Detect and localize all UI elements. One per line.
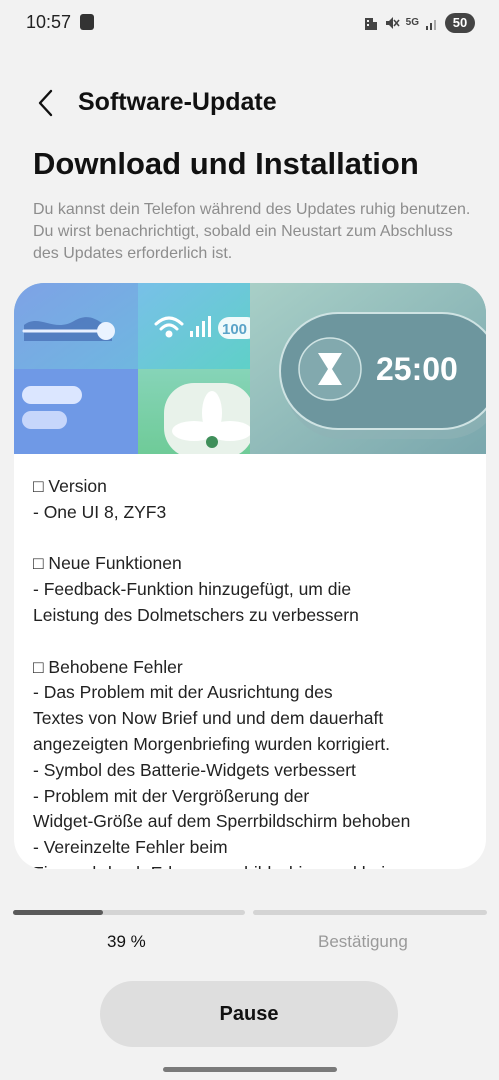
next-step-label: Bestätigung xyxy=(318,932,408,951)
battery-icon: 50 xyxy=(445,13,475,33)
home-indicator[interactable] xyxy=(163,1067,337,1072)
note-line: - One UI 8, ZYF3 xyxy=(33,501,167,522)
page-title: Software-Update xyxy=(78,88,277,116)
note-line: Fingerabdruck-Erkennungsbildschirm und b… xyxy=(33,861,478,869)
note-line: Textes von Now Brief und und dem dauerha… xyxy=(33,708,384,729)
feature-banner: 100 25:00 xyxy=(14,283,486,454)
note-line: - Vereinzelte Fehler beim xyxy=(33,837,228,858)
mute-icon xyxy=(385,17,400,29)
download-progress-fill xyxy=(13,910,104,915)
section-heading: Download und Installation xyxy=(33,146,419,181)
building-icon xyxy=(364,18,377,30)
note-line: Leistung des Dolmetschers zu verbessern xyxy=(33,604,359,625)
chevron-left-icon xyxy=(38,89,53,117)
note-line: angezeigten Morgenbriefing wurden korrig… xyxy=(33,733,391,754)
status-icons: 5G 50 xyxy=(364,11,475,35)
signal-icon xyxy=(426,20,436,30)
status-time: 10:57 xyxy=(26,12,72,32)
note-line: □ Behobene Fehler xyxy=(33,656,183,677)
network-5g-icon: 5G xyxy=(406,18,419,28)
download-progress-track xyxy=(13,910,245,915)
note-line: - Feedback-Funktion hinzugefügt, um die xyxy=(33,579,352,600)
note-line: Widget-Größe auf dem Sperrbildschirm beh… xyxy=(33,811,411,832)
banner-battery-text: 100 xyxy=(222,321,247,338)
status-bar: 10:57 5G 50 xyxy=(0,0,499,46)
release-notes-card[interactable]: 100 25:00 □ Version - One UI 8, ZYF3 □ N… xyxy=(14,283,486,869)
section-description: Du kannst dein Telefon während des Updat… xyxy=(33,201,471,262)
fan-icon xyxy=(164,383,254,454)
pause-button[interactable]: Pause xyxy=(100,981,398,1047)
network-label: 5G xyxy=(405,17,419,28)
progress-percent: 39 % xyxy=(107,932,146,951)
update-progress xyxy=(13,910,487,916)
banner-timer-text: 25:00 xyxy=(376,351,458,387)
note-line: - Das Problem mit der Ausrichtung des xyxy=(33,682,333,703)
app-notification-icon xyxy=(80,14,94,30)
note-line xyxy=(33,629,478,655)
confirmation-progress-track xyxy=(253,910,487,915)
back-button[interactable] xyxy=(32,86,62,120)
note-line: □ Neue Funktionen xyxy=(33,553,182,574)
release-notes: □ Version - One UI 8, ZYF3 □ Neue Funkti… xyxy=(33,474,478,869)
app-header: Software-Update xyxy=(0,80,499,126)
note-line: □ Version xyxy=(33,476,107,496)
note-line: - Symbol des Batterie-Widgets verbessert xyxy=(33,759,356,780)
note-line: - Problem mit der Vergrößerung der xyxy=(33,785,310,806)
note-line xyxy=(33,526,478,552)
